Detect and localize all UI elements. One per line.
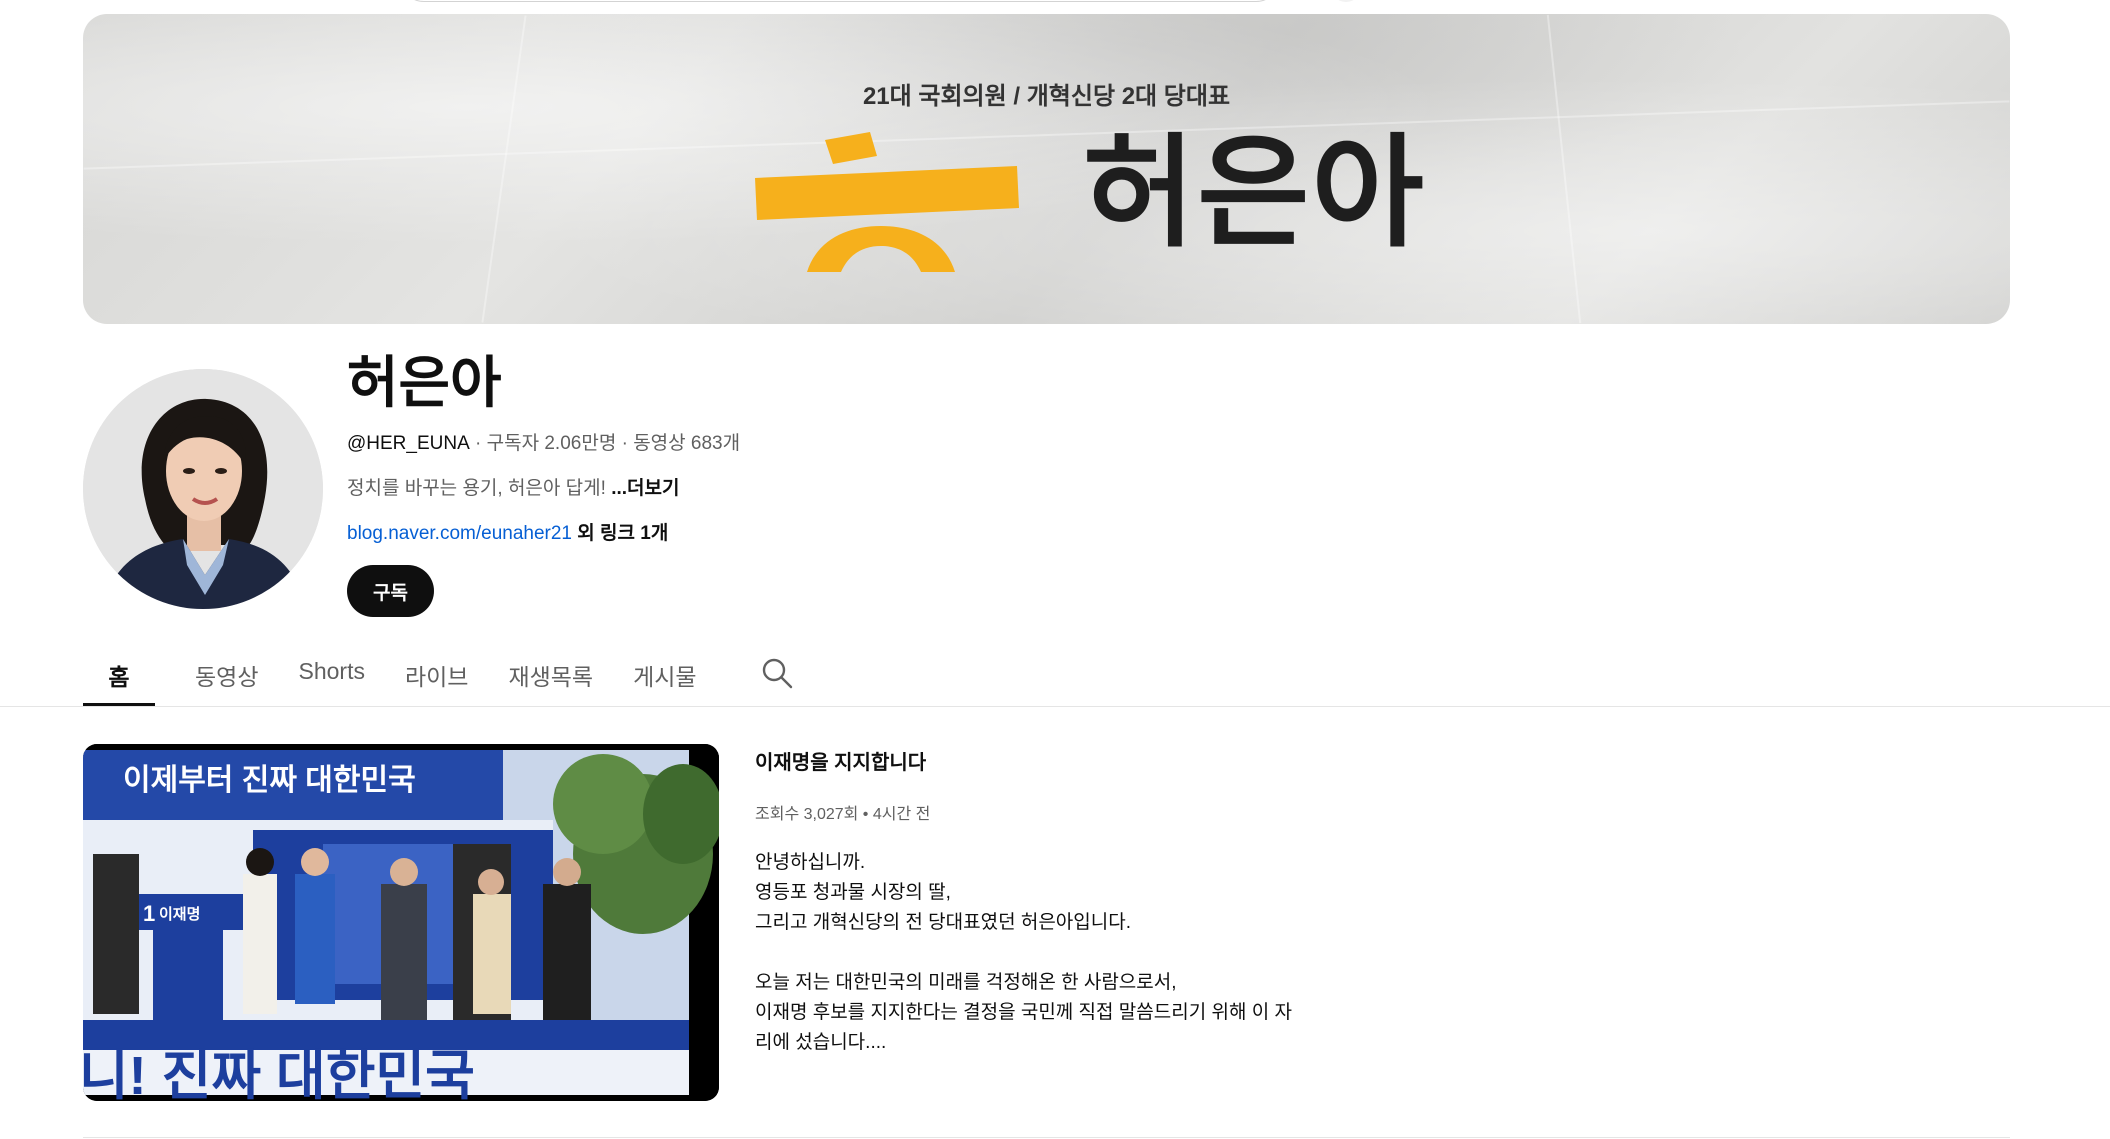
channel-meta: @HER_EUNA · 구독자 2.06만명 · 동영상 683개 (347, 428, 740, 455)
channel-tabs: 홈 동영상 Shorts 라이브 재생목록 게시물 (83, 640, 737, 706)
channel-link[interactable]: blog.naver.com/eunaher21 (347, 523, 572, 544)
description-line: 이재명 후보를 지지한다는 결정을 국민께 직접 말씀드리기 위해 이 자 (755, 1002, 1292, 1023)
featured-video-title[interactable]: 이재명을 지지합니다 (755, 746, 926, 775)
thumbnail-image: 이제부터 진짜 대한민국 1 이재명 니! 진짜 대한민국 (83, 744, 719, 1101)
avatar-portrait (83, 369, 323, 609)
tab-live[interactable]: 라이브 (405, 640, 468, 706)
channel-avatar[interactable] (83, 369, 323, 609)
tab-playlists[interactable]: 재생목록 (508, 640, 593, 706)
banner-name: 허은아 (1083, 125, 1426, 261)
voice-search-button-edge[interactable] (1330, 0, 1362, 2)
channel-stats: · 구독자 2.06만명 · 동영상 683개 (469, 433, 741, 454)
description-line: 영등포 청과물 시장의 딸, (755, 882, 951, 903)
tab-videos[interactable]: 동영상 (195, 640, 258, 706)
thumbnail-sign-number: 1 (143, 901, 155, 926)
thumbnail-sign-name: 이재명 (159, 905, 200, 923)
featured-video-meta: 조회수 3,027회 • 4시간 전 (755, 806, 931, 823)
youtube-channel-page: 21대 국회의원 / 개혁신당 2대 당대표 허은아 허은아 @HER_EUNA… (0, 0, 2110, 1139)
banner-subtitle: 21대 국회의원 / 개혁신당 2대 당대표 (862, 83, 1231, 110)
search-bar-edge[interactable] (400, 0, 1280, 2)
featured-video-thumbnail[interactable]: 이제부터 진짜 대한민국 1 이재명 니! 진짜 대한민국 (83, 744, 719, 1101)
tabs-divider (0, 706, 2110, 707)
tab-posts[interactable]: 게시물 (633, 640, 696, 706)
channel-banner: 21대 국회의원 / 개혁신당 2대 당대표 허은아 (83, 14, 2010, 324)
subscribe-button[interactable]: 구독 (347, 565, 434, 617)
description-line: 오늘 저는 대한민국의 미래를 걱정해온 한 사람으로서, (755, 972, 1177, 993)
thumbnail-top-banner: 이제부터 진짜 대한민국 (123, 764, 416, 797)
description-line: 그리고 개혁신당의 전 당대표였던 허은아입니다. (755, 912, 1131, 933)
more-button[interactable]: ...더보기 (611, 478, 679, 499)
tab-shorts[interactable]: Shorts (298, 640, 364, 706)
channel-links: blog.naver.com/eunaher21 외 링크 1개 (347, 518, 668, 545)
description-line: 리에 섰습니다.... (755, 1032, 887, 1053)
channel-description-text: 정치를 바꾸는 용기, 허은아 답게! (347, 478, 612, 499)
featured-video-description[interactable]: 안녕하십니까. 영등포 청과물 시장의 딸, 그리고 개혁신당의 전 당대표였던… (755, 848, 1355, 1058)
thumbnail-bottom-banner: 니! 진짜 대한민국 (83, 1046, 475, 1101)
tab-home[interactable]: 홈 (83, 640, 155, 706)
description-line: 안녕하십니까. (755, 852, 866, 873)
section-divider (83, 1137, 2010, 1138)
channel-handle: @HER_EUNA (347, 433, 470, 454)
extra-links-button[interactable]: 외 링크 1개 (572, 523, 668, 544)
party-logo-icon (755, 132, 1019, 272)
description-line (755, 938, 1355, 968)
channel-description[interactable]: 정치를 바꾸는 용기, 허은아 답게! ...더보기 (347, 473, 679, 500)
channel-title: 허은아 (347, 351, 502, 414)
search-icon[interactable] (760, 656, 794, 690)
